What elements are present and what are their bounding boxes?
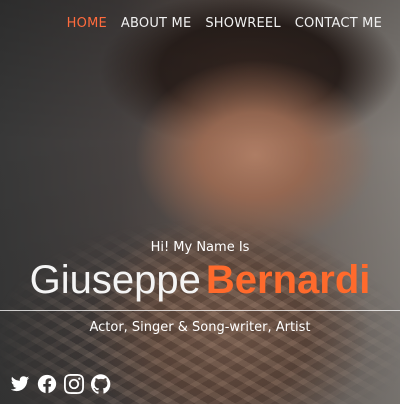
tagline-text: Actor, Singer & Song-writer, Artist [89,320,311,335]
hero-background [0,0,400,404]
nav-home-link[interactable]: HOME [67,16,107,31]
hero-name: Giuseppe Bernardi [0,258,400,303]
nav-showreel-link[interactable]: SHOWREEL [205,16,280,31]
github-icon[interactable] [90,374,111,394]
nav-about-link[interactable]: ABOUT ME [121,16,191,31]
first-name: Giuseppe [29,258,201,302]
main-nav: HOME ABOUT ME SHOWREEL CONTACT ME [67,16,382,31]
nav-contact-link[interactable]: CONTACT ME [295,16,382,31]
hero-divider [0,310,400,311]
greeting-text: Hi! My Name Is [150,240,250,255]
facebook-icon[interactable] [37,374,57,394]
intro-block: Hi! My Name Is [0,240,400,255]
last-name: Bernardi [205,258,371,302]
social-links [10,374,111,394]
instagram-icon[interactable] [64,374,84,394]
twitter-icon[interactable] [10,374,30,394]
